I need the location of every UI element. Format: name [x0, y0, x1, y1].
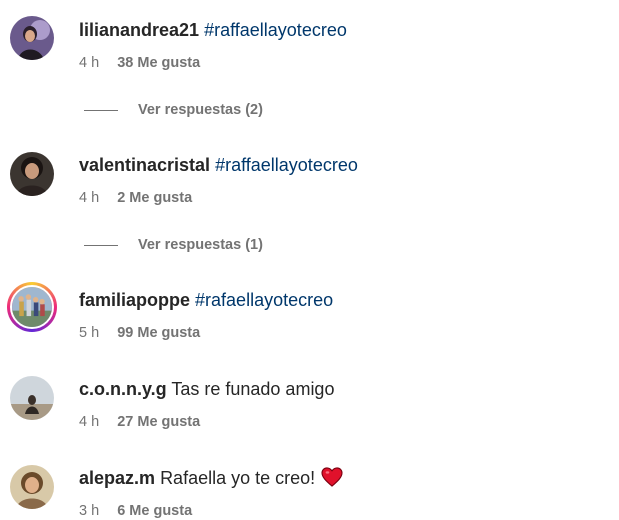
profile-photo-icon	[10, 376, 54, 420]
likes-count-button[interactable]: 2 Me gusta	[117, 190, 192, 206]
comment-meta: 4 h 38 Me gusta	[79, 54, 200, 72]
view-replies-button[interactable]: Ver respuestas (1)	[84, 236, 263, 254]
likes-count-button[interactable]: 99 Me gusta	[117, 325, 200, 341]
avatar[interactable]	[10, 16, 54, 60]
comment-time: 4 h	[79, 414, 100, 430]
divider-line	[84, 244, 118, 246]
avatar[interactable]	[10, 152, 54, 196]
username-link[interactable]: valentinacristal	[79, 155, 210, 175]
username-link[interactable]: alepaz.m	[79, 468, 155, 488]
red-heart-icon	[321, 467, 343, 487]
comment-meta: 5 h 99 Me gusta	[79, 324, 200, 342]
username-link[interactable]: lilianandrea21	[79, 20, 199, 40]
divider-line	[84, 109, 118, 111]
comment-time: 4 h	[79, 190, 100, 206]
avatar[interactable]	[10, 376, 54, 420]
likes-count-button[interactable]: 27 Me gusta	[117, 414, 200, 430]
hashtag-link[interactable]: #raffaellayotecreo	[204, 20, 347, 40]
likes-count-button[interactable]: 6 Me gusta	[117, 503, 192, 519]
comment-text-line: valentinacristal #raffaellayotecreo	[79, 153, 358, 177]
comment-text-line: lilianandrea21 #raffaellayotecreo	[79, 18, 347, 42]
view-replies-label: Ver respuestas (2)	[138, 102, 263, 118]
comment-body: Rafaella yo te creo!	[160, 468, 316, 488]
username-link[interactable]: c.o.n.n.y.g	[79, 379, 167, 399]
comment-text-line: familiapoppe #rafaellayotecreo	[79, 288, 333, 312]
profile-photo-icon	[10, 16, 54, 60]
likes-count-button[interactable]: 38 Me gusta	[117, 55, 200, 71]
profile-photo-icon	[10, 465, 54, 509]
avatar-story-ring[interactable]	[7, 282, 57, 332]
comment-meta: 4 h 27 Me gusta	[79, 413, 200, 431]
hashtag-link[interactable]: #rafaellayotecreo	[195, 290, 333, 310]
comment-time: 4 h	[79, 55, 100, 71]
view-replies-button[interactable]: Ver respuestas (2)	[84, 101, 263, 119]
comment-text-line: c.o.n.n.y.g Tas re funado amigo	[79, 377, 334, 401]
avatar[interactable]	[10, 465, 54, 509]
comment-meta: 3 h 6 Me gusta	[79, 502, 192, 520]
username-link[interactable]: familiapoppe	[79, 290, 190, 310]
view-replies-label: Ver respuestas (1)	[138, 237, 263, 253]
profile-photo-icon	[10, 152, 54, 196]
profile-photo-icon	[12, 287, 52, 327]
comment-time: 5 h	[79, 325, 100, 341]
comment-time: 3 h	[79, 503, 100, 519]
hashtag-link[interactable]: #raffaellayotecreo	[215, 155, 358, 175]
comment-text-line: alepaz.m Rafaella yo te creo!	[79, 466, 343, 490]
comment-meta: 4 h 2 Me gusta	[79, 189, 192, 207]
comment-body: Tas re funado amigo	[171, 379, 335, 399]
